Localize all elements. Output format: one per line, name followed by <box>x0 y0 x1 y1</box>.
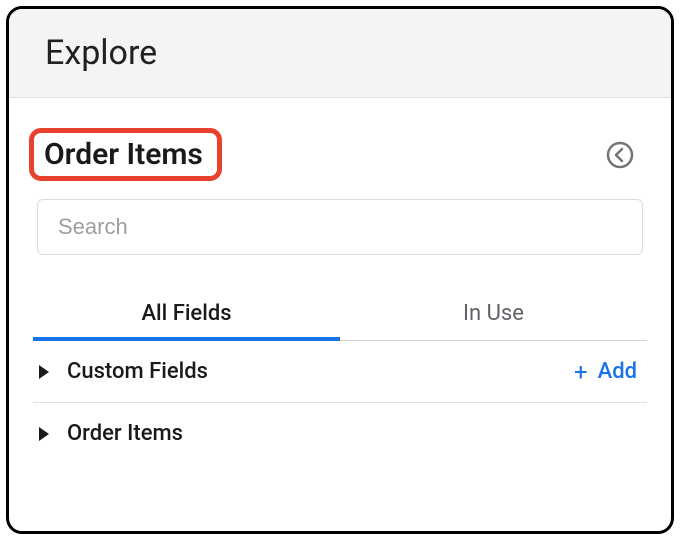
panel-title: Explore <box>45 33 635 73</box>
tab-in-use[interactable]: In Use <box>340 289 647 340</box>
add-custom-field-button[interactable]: + Add <box>574 359 643 384</box>
collapse-button[interactable] <box>603 138 637 172</box>
tab-all-fields[interactable]: All Fields <box>33 289 340 340</box>
section-label: Custom Fields <box>67 359 574 384</box>
section-custom-fields[interactable]: Custom Fields + Add <box>33 341 647 403</box>
explore-panel: Explore Order Items All Fields In Use Cu… <box>6 6 674 534</box>
section-order-items[interactable]: Order Items <box>33 403 647 464</box>
plus-icon: + <box>574 360 588 384</box>
search-input[interactable] <box>37 199 643 255</box>
chevron-left-circle-icon <box>605 140 635 170</box>
panel-header: Explore <box>9 9 671 98</box>
panel-content: Order Items All Fields In Use Custom Fie… <box>9 98 671 531</box>
add-label: Add <box>598 359 637 384</box>
explore-name: Order Items <box>44 137 203 172</box>
caret-right-icon <box>39 427 49 441</box>
explore-name-highlight: Order Items <box>29 128 222 181</box>
caret-right-icon <box>39 365 49 379</box>
field-tabs: All Fields In Use <box>33 289 647 341</box>
explore-title-row: Order Items <box>33 128 647 181</box>
search-container <box>33 199 647 255</box>
section-label: Order Items <box>67 421 643 446</box>
